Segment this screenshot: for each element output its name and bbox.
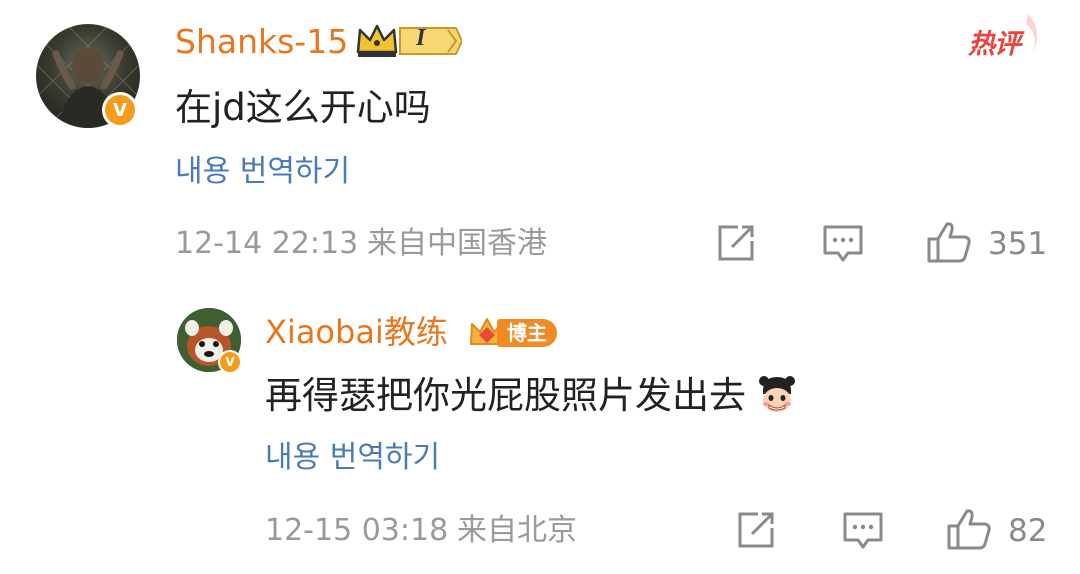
reply-verified-badge: V xyxy=(218,350,242,374)
emoji-icon xyxy=(758,374,796,414)
like-button[interactable] xyxy=(926,220,972,264)
reply-text: 再得瑟把你光屁股照片发出去 xyxy=(265,372,796,420)
translate-link[interactable]: 내용 번역하기 xyxy=(175,152,350,192)
reply-timestamp: 12-15 03:18 xyxy=(265,513,449,548)
reply-like-button[interactable] xyxy=(946,507,992,551)
verified-badge: V xyxy=(102,92,138,128)
crown-icon xyxy=(356,24,464,57)
vip-level-badge: I xyxy=(354,22,464,60)
reply-share-button[interactable] xyxy=(736,510,776,550)
blogger-badge-text: 博主 xyxy=(507,321,547,345)
comment-icon xyxy=(843,512,883,549)
like-icon xyxy=(947,509,991,550)
comment-username[interactable]: Shanks-15 xyxy=(175,20,348,64)
share-button[interactable] xyxy=(716,223,756,263)
reply-username[interactable]: Xiaobai教练 xyxy=(265,310,448,354)
share-icon xyxy=(718,225,754,261)
blogger-badge: 博主 xyxy=(467,316,559,350)
comment-icon xyxy=(823,225,863,262)
reply-translate-link[interactable]: 내용 번역하기 xyxy=(265,438,440,478)
vip-level-text: I xyxy=(416,25,426,51)
reply-comment-button[interactable] xyxy=(842,510,884,550)
comment-timestamp: 12-14 22:13 xyxy=(175,226,359,261)
reply-like-count: 82 xyxy=(1008,513,1048,549)
comment-text: 在jd这么开心吗 xyxy=(175,86,431,129)
share-icon xyxy=(738,512,774,548)
like-icon xyxy=(927,222,971,263)
reply-location: 来自北京 xyxy=(457,513,577,548)
comment-location: 来自中国香港 xyxy=(367,226,547,261)
reply-button[interactable] xyxy=(822,223,864,263)
hot-comment-tag: 热评 xyxy=(966,12,1046,62)
like-count: 351 xyxy=(988,226,1048,262)
